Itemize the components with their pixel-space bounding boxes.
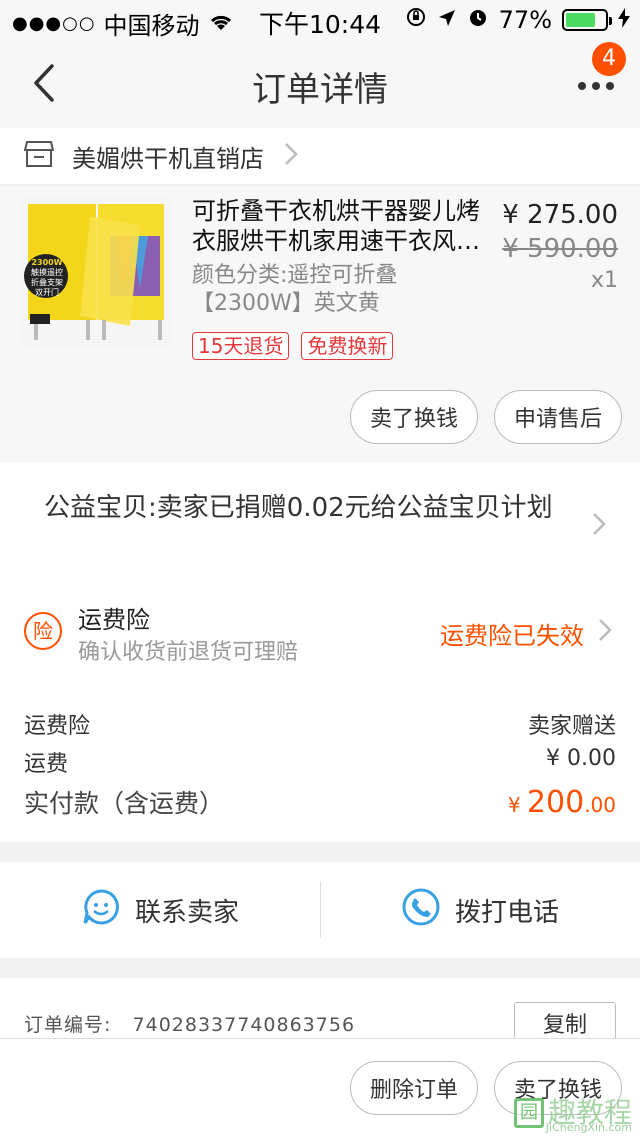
status-bar: ●●●○○ 中国移动 下午10:44 77% [0,0,640,40]
total-integer: 200 [526,785,585,820]
order-number-value: 74028337740863756 [132,1014,356,1036]
chevron-right-icon [598,618,612,646]
shop-icon [23,140,55,172]
image-label-power: 2300W [31,258,63,267]
total-label: 实付款（含运费） [24,789,225,818]
battery-percent: 77% [498,6,552,34]
chevron-right-icon [284,142,298,170]
charging-icon [618,6,630,34]
sell-button[interactable]: 卖了换钱 [350,390,478,444]
image-label-remote: 触摸遥控 [31,268,63,277]
total-decimal: .00 [584,793,616,817]
fee-label: 运费 [24,752,69,777]
product-image[interactable]: 2300W 触摸遥控 折叠支架 双开门 [20,196,172,348]
fee-value: ¥ 0.00 [546,746,616,771]
product-quantity: x1 [590,268,618,293]
product-title[interactable]: 可折叠干衣机烘干器婴儿烤衣服烘干机家用速干衣风… [192,196,492,256]
chat-icon [81,887,121,934]
phone-icon [401,887,441,934]
battery-icon [562,9,612,31]
alarm-icon [467,6,489,34]
orientation-lock-icon [405,6,427,34]
page-title: 订单详情 [252,70,388,110]
fees-section: 运费险 卖家赠送 运费 ¥ 0.00 实付款（含运费） ¥ 200.00 [0,678,640,842]
shipping-insurance-row[interactable]: 险 运费险 确认收货前退货可理赔 运费险已失效 [0,582,640,678]
call-button[interactable]: 拨打电话 [320,862,640,958]
fee-label: 运费险 [24,714,91,739]
charity-text: 公益宝贝:卖家已捐赠0.02元给公益宝贝计划 [44,493,553,523]
battery-fill [566,13,596,27]
fee-row-total: 实付款（含运费） ¥ 200.00 [24,784,616,820]
location-icon [437,6,457,34]
order-number-label: 订单编号: [24,1014,112,1036]
contact-seller-label: 联系卖家 [134,897,239,928]
product-card[interactable]: 2300W 触摸遥控 折叠支架 双开门 可折叠干衣机烘干器婴儿烤衣服烘干机家用速… [0,186,640,462]
contact-bar: 联系卖家 拨打电话 [0,862,640,958]
product-image-caption: 2300W 触摸遥控 折叠支架 双开门 [28,258,66,298]
order-number: 订单编号: 74028337740863756 [24,1010,355,1037]
tag-exchange: 免费换新 [301,332,394,360]
insurance-status: 运费险已失效 [440,622,584,650]
service-tags: 15天退货 免费换新 [192,332,394,360]
status-right: 77% [405,6,630,34]
delete-order-button[interactable]: 删除订单 [350,1061,478,1115]
aftersale-button[interactable]: 申请售后 [494,390,622,444]
total-value: ¥ 200.00 [508,785,616,820]
insurance-subtitle: 确认收货前退货可理赔 [78,640,299,665]
charity-row[interactable]: 公益宝贝:卖家已捐赠0.02元给公益宝贝计划 [0,462,640,582]
insurance-title: 运费险 [78,606,150,634]
fee-row-insurance: 运费险 卖家赠送 [24,708,616,740]
watermark-url: JiChengXin.com [545,1121,632,1134]
tag-return: 15天退货 [192,332,290,360]
contact-seller-button[interactable]: 联系卖家 [0,862,320,958]
order-info: 订单编号: 74028337740863756 复制 [0,978,640,1044]
image-label-stand: 折叠支架 [31,278,63,287]
call-label: 拨打电话 [454,897,559,928]
shop-row[interactable]: 美媚烘干机直销店 [0,128,640,184]
image-label-door: 双开门 [35,288,59,297]
shop-name: 美媚烘干机直销店 [72,144,264,173]
product-sku: 颜色分类:遥控可折叠【2300W】英文黄 [192,263,398,316]
fee-row-shipping: 运费 ¥ 0.00 [24,746,616,778]
total-currency: ¥ [507,793,527,817]
more-icon [578,82,614,90]
insurance-icon: 险 [24,612,62,650]
watermark-logo-icon: 园 [513,1098,544,1128]
original-price: ¥ 590.00 [502,234,618,264]
notification-badge: 4 [592,42,626,76]
nav-bar: 订单详情 4 [0,40,640,128]
chevron-right-icon [592,512,606,540]
watermark: 园 趣教程 JiChengXin.com [513,1098,632,1134]
product-price: ¥ 275.00 [502,200,618,230]
fee-value: 卖家赠送 [527,714,616,739]
